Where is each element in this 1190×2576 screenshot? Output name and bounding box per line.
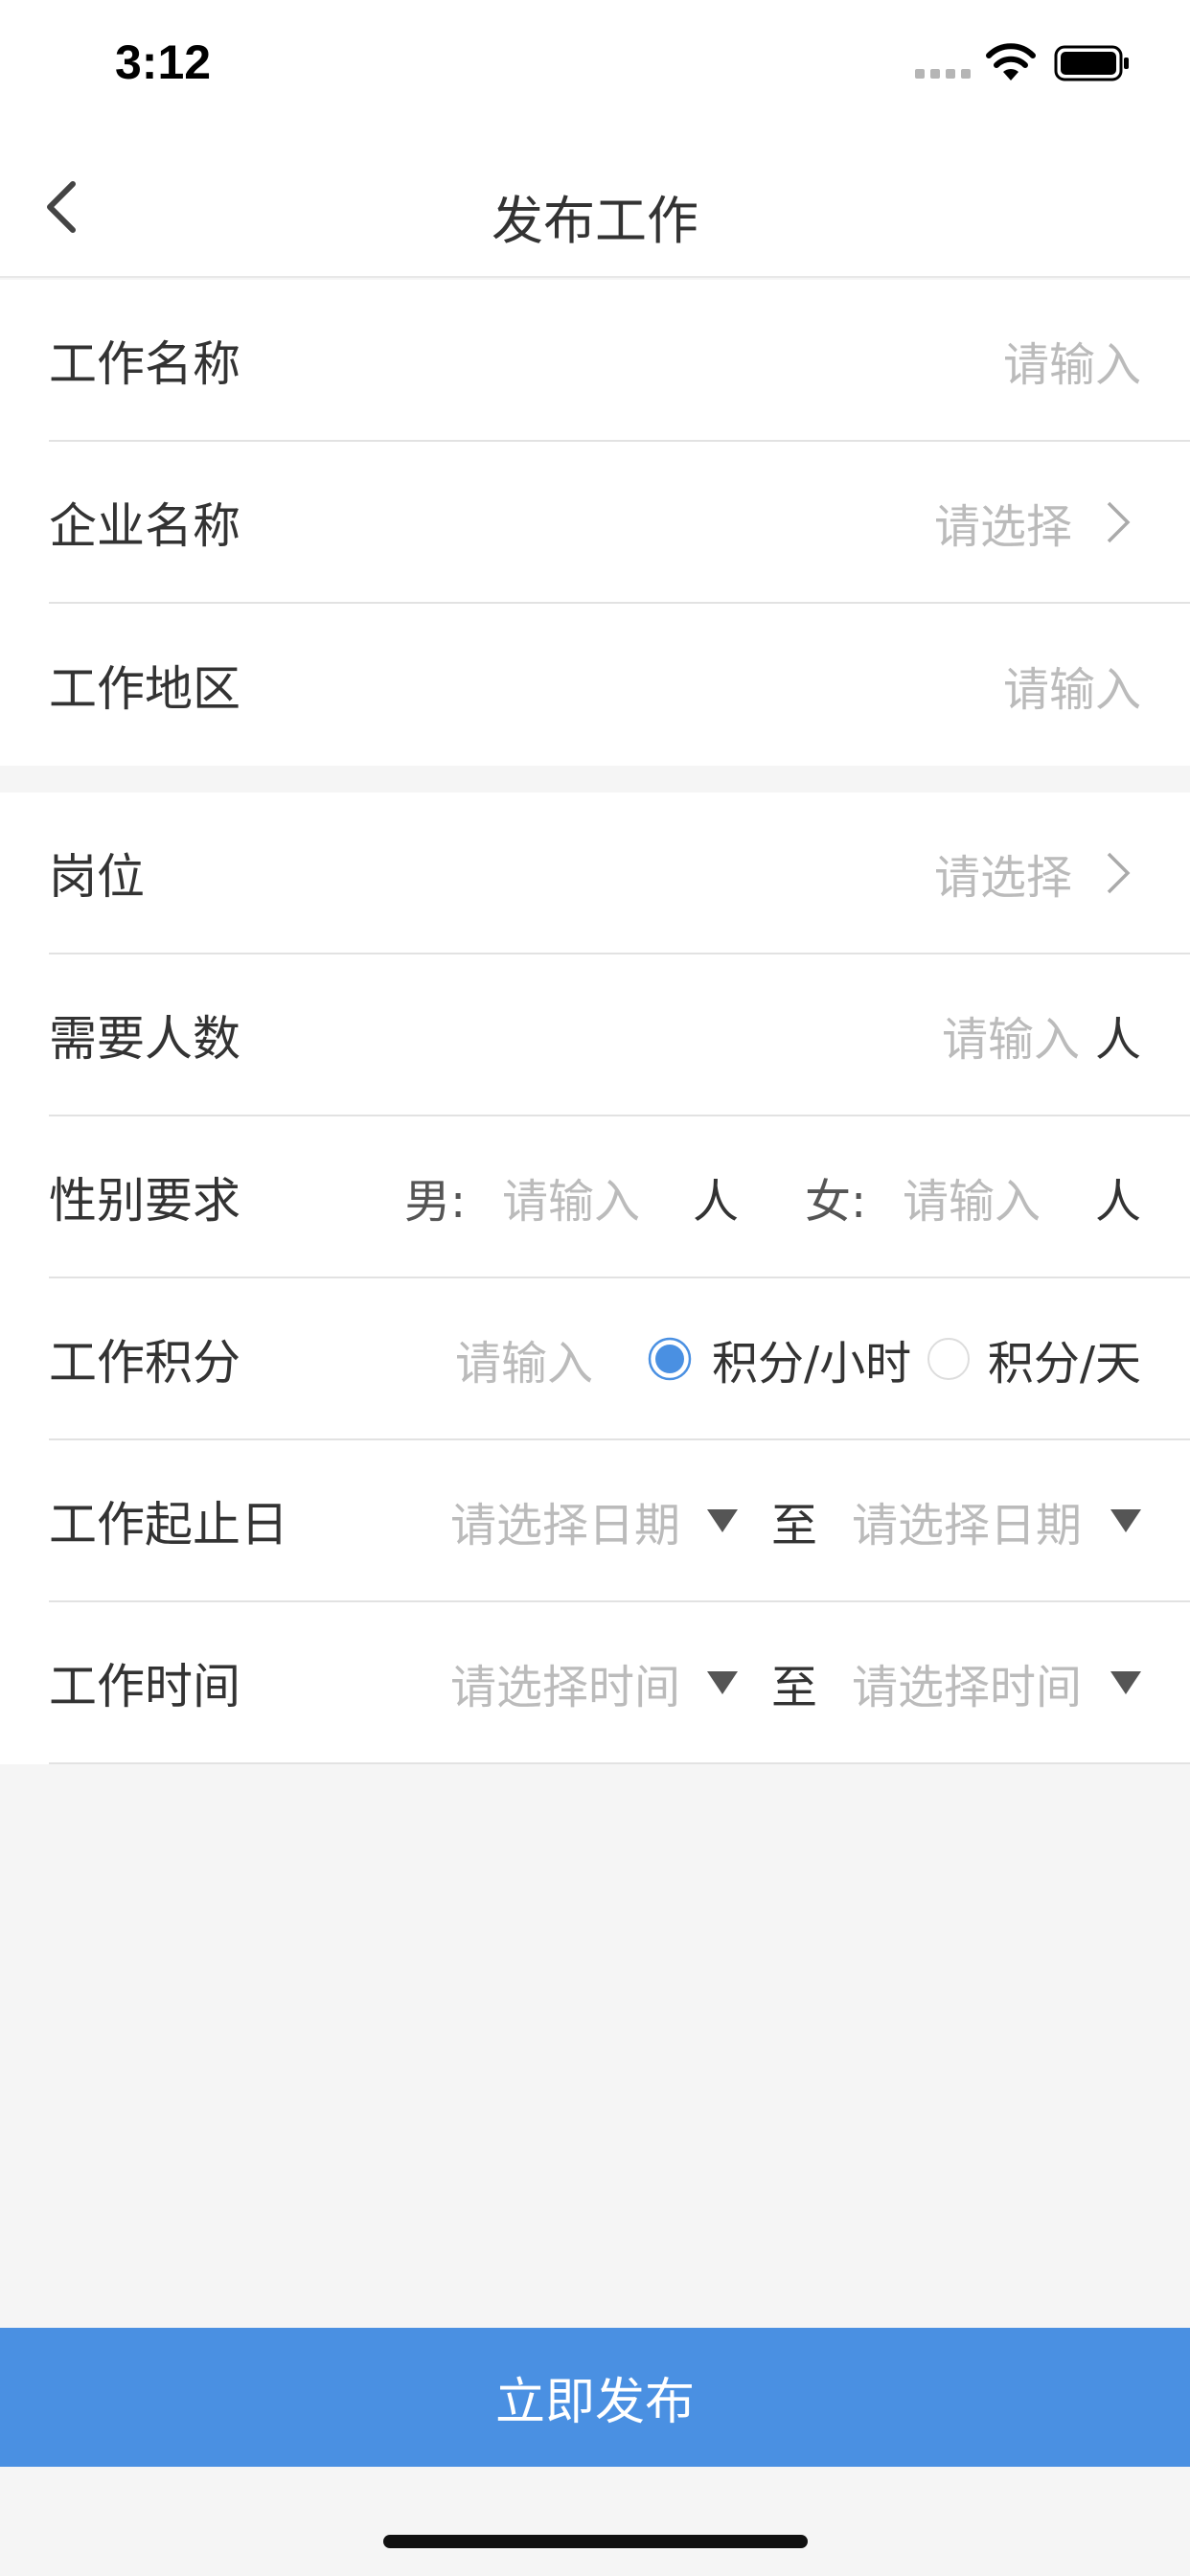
- company-select[interactable]: 请选择: [934, 489, 1072, 556]
- battery-icon: [1054, 45, 1129, 81]
- per-hour-option[interactable]: 积分/小时: [712, 1325, 911, 1392]
- headcount-input[interactable]: 请输入: [942, 1001, 1080, 1069]
- signal-icon: [915, 69, 973, 79]
- headcount-label: 需要人数: [49, 1010, 240, 1067]
- female-unit: 人: [1094, 1174, 1141, 1229]
- headcount-unit: 人: [1094, 1012, 1141, 1067]
- radio-per-hour-icon[interactable]: [647, 1336, 693, 1382]
- per-day-option[interactable]: 积分/天: [988, 1325, 1141, 1392]
- position-select[interactable]: 请选择: [934, 840, 1072, 907]
- points-label: 工作积分: [49, 1334, 240, 1391]
- dates-separator: 至: [771, 1498, 818, 1552]
- male-label: 男:: [404, 1174, 467, 1229]
- end-time-select[interactable]: 请选择时间: [852, 1649, 1082, 1716]
- dropdown-triangle-icon: [1110, 1670, 1141, 1694]
- headcount-row: 需要人数 请输入 人: [49, 954, 1190, 1116]
- region-label: 工作地区: [49, 660, 240, 717]
- region-input[interactable]: 请输入: [1003, 652, 1141, 719]
- start-time-select[interactable]: 请选择时间: [450, 1649, 680, 1716]
- points-input[interactable]: 请输入: [455, 1325, 593, 1392]
- time-separator: 至: [771, 1660, 818, 1714]
- female-label: 女:: [805, 1174, 867, 1229]
- radio-per-day-icon[interactable]: [926, 1336, 972, 1382]
- job-name-input[interactable]: 请输入: [1003, 327, 1141, 394]
- job-details-section: 岗位 请选择 需要人数 请输入 人 性别要求 男: 请输入 人 女: 请输入 人…: [0, 793, 1190, 1764]
- end-date-select[interactable]: 请选择日期: [852, 1487, 1082, 1554]
- page-title: 发布工作: [492, 191, 698, 251]
- dropdown-triangle-icon: [707, 1508, 738, 1532]
- job-name-row[interactable]: 工作名称 请输入: [49, 280, 1190, 442]
- points-row: 工作积分 请输入 积分/小时 积分/天: [49, 1278, 1190, 1440]
- wifi-icon: [986, 43, 1036, 80]
- gender-label: 性别要求: [49, 1172, 240, 1229]
- chevron-right-icon: [1107, 501, 1131, 542]
- gender-row: 性别要求 男: 请输入 人 女: 请输入 人: [49, 1116, 1190, 1278]
- start-date-select[interactable]: 请选择日期: [450, 1487, 680, 1554]
- status-bar: 3:12: [0, 0, 1190, 134]
- position-label: 岗位: [49, 848, 145, 905]
- chevron-right-icon: [1107, 852, 1131, 893]
- home-indicator: [383, 2535, 808, 2548]
- company-row[interactable]: 企业名称 请选择: [49, 442, 1190, 604]
- job-name-label: 工作名称: [49, 335, 240, 392]
- time-row: 工作时间 请选择时间 至 请选择时间: [49, 1602, 1190, 1764]
- region-row[interactable]: 工作地区 请输入: [49, 604, 1190, 766]
- nav-bar: 发布工作: [0, 134, 1190, 278]
- position-row[interactable]: 岗位 请选择: [49, 793, 1190, 954]
- female-count-input[interactable]: 请输入: [903, 1163, 1041, 1230]
- dates-row: 工作起止日 请选择日期 至 请选择日期: [49, 1440, 1190, 1602]
- dates-label: 工作起止日: [49, 1496, 288, 1552]
- submit-button[interactable]: 立即发布: [0, 2328, 1190, 2467]
- male-unit: 人: [693, 1174, 740, 1229]
- male-count-input[interactable]: 请输入: [502, 1163, 640, 1230]
- dropdown-triangle-icon: [707, 1670, 738, 1694]
- dropdown-triangle-icon: [1110, 1508, 1141, 1532]
- company-label: 企业名称: [49, 497, 240, 554]
- status-time: 3:12: [115, 35, 212, 89]
- time-label: 工作时间: [49, 1658, 240, 1714]
- basic-info-section: 工作名称 请输入 企业名称 请选择 工作地区 请输入: [0, 280, 1190, 766]
